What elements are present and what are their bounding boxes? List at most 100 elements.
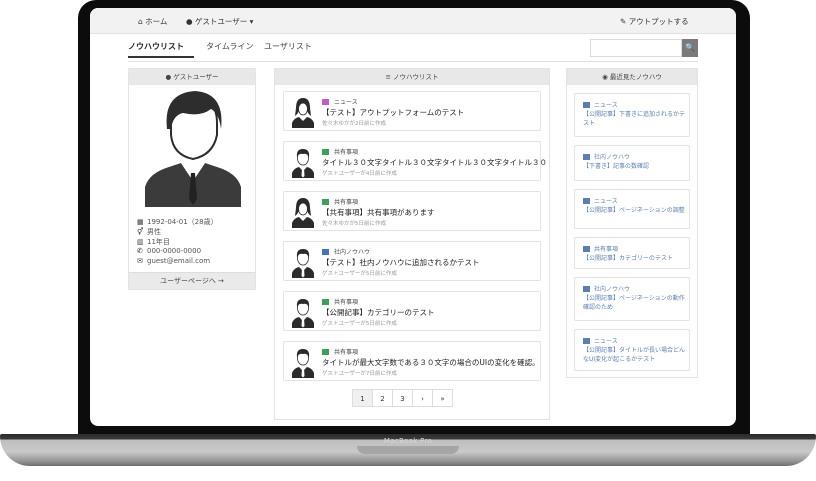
recent-title[interactable]: 【下書き】記事の数確認 [583, 162, 687, 171]
item-category: 社内ノウハウ [322, 247, 370, 256]
recent-item[interactable]: 社内ノウハウ 【下書き】記事の数確認 [574, 145, 690, 181]
phone-icon: ✆ [137, 247, 143, 255]
tab-user-list[interactable]: ユーザリスト [264, 41, 312, 52]
list-item[interactable]: 共有事項 タイトル３０文字タイトル３０文字タイトル３０文字タイトル３０ ゲストユーザ… [283, 141, 547, 181]
user-icon: ● [186, 17, 193, 26]
recent-category: ニュース [583, 336, 618, 345]
next-page-button[interactable]: › [412, 389, 433, 407]
active-tab-indicator [128, 56, 194, 58]
category-badge-icon [322, 149, 329, 155]
profile-header: ● ゲストユーザー [129, 69, 255, 85]
female-avatar-icon [292, 98, 314, 128]
category-badge-icon [583, 246, 590, 252]
item-title[interactable]: 【公開記事】カテゴリーのテスト [322, 307, 435, 318]
item-title[interactable]: 【テスト】アウトプットフォームのテスト [322, 107, 464, 118]
recent-title[interactable]: 【公開記事】下書きに追加されるかテスト [583, 110, 687, 128]
male-avatar-icon [292, 299, 314, 328]
item-title[interactable]: タイトルが最大文字数である３０文字の場合のUIの変化を確認。 [322, 357, 540, 368]
pen-icon: ✎ [620, 17, 627, 26]
category-badge-icon [322, 249, 329, 255]
page-1[interactable]: 1 [352, 389, 373, 407]
user-page-button[interactable]: ユーザーページへ → [129, 272, 255, 289]
item-category: 共有事項 [322, 147, 358, 156]
info-email: ✉ guest@email.com [137, 257, 211, 265]
recent-item[interactable]: ニュース 【公開記事】ページネーションの調整 [574, 189, 690, 229]
search-button[interactable]: 🔍 [682, 39, 698, 57]
recent-category: 社内ノウハウ [583, 284, 630, 293]
list-header: ≡ ノウハウリスト [275, 69, 549, 85]
item-meta: ゲストユーザーが5日前に作成 [322, 321, 397, 327]
recent-category: 共有事項 [583, 244, 618, 253]
info-tenure: ▥ 11年目 [137, 238, 170, 246]
list-icon: ≡ [385, 73, 391, 81]
category-badge-icon [583, 198, 590, 204]
list-item[interactable]: 共有事項 【公開記事】カテゴリーのテストゲストユーザーが5日前に作成 [283, 291, 541, 331]
calendar-icon: ▦ [137, 218, 144, 226]
output-link[interactable]: ✎ アウトプットする [620, 16, 689, 27]
recent-category: 社内ノウハウ [583, 152, 630, 161]
user-menu[interactable]: ● ゲストユーザー ▾ [186, 16, 253, 27]
search-icon: 🔍 [685, 43, 695, 52]
category-badge-icon [322, 299, 329, 305]
laptop-notch [357, 446, 459, 454]
page-3[interactable]: 3 [392, 389, 413, 407]
recent-item[interactable]: ニュース 【公開記事】下書きに追加されるかテスト [574, 93, 690, 137]
male-avatar-icon [292, 249, 314, 278]
category-badge-icon [583, 338, 590, 344]
home-link[interactable]: ⌂ ホーム [138, 16, 167, 27]
top-nav: ⌂ ホーム ● ゲストユーザー ▾ ✎ アウトプットする [90, 8, 736, 34]
item-meta: 佐々木ゆかが2日前に作成 [322, 121, 387, 127]
home-label: ホーム [145, 17, 168, 26]
knowhow-list-panel: ≡ ノウハウリスト ニュース 【テスト】アウトプットフォームのテスト佐々木ゆかが2… [274, 68, 550, 420]
user-icon: ● [165, 73, 172, 81]
category-badge-icon [583, 102, 590, 108]
info-phone: ✆ 000-0000-0000 [137, 247, 202, 255]
profile-panel: ● ゲストユーザー ▦ 1992-04-01（28歳） ⚥ 男性 ▥ 11年目 ✆ 00… [128, 68, 256, 290]
category-badge-icon [322, 99, 329, 105]
last-page-button[interactable]: » [432, 389, 453, 407]
item-category: ニュース [322, 97, 358, 106]
category-badge-icon [322, 349, 329, 355]
recent-title[interactable]: 【公開記事】ページネーションの動作確認のため [583, 294, 687, 312]
eye-icon: ◉ [602, 73, 608, 81]
recent-item[interactable]: 社内ノウハウ 【公開記事】ページネーションの動作確認のため [574, 277, 690, 321]
list-item[interactable]: 共有事項 【共有事項】共有事項があります佐々木ゆかが5日前に作成 [283, 191, 541, 231]
item-meta: ゲストユーザーが7日前に作成 [322, 371, 397, 377]
item-category: 共有事項 [322, 197, 358, 206]
category-badge-icon [583, 154, 590, 160]
item-category: 共有事項 [322, 297, 358, 306]
info-gender: ⚥ 男性 [137, 228, 161, 236]
profile-avatar [141, 89, 245, 207]
user-menu-label: ゲストユーザー ▾ [194, 17, 254, 26]
recent-title[interactable]: 【公開記事】ページネーションの調整 [583, 206, 687, 215]
search-input[interactable] [590, 39, 682, 57]
recent-item[interactable]: 共有事項 【公開記事】カテゴリーのテスト [574, 237, 690, 269]
item-title[interactable]: タイトル３０文字タイトル３０文字タイトル３０文字タイトル３０ [322, 157, 547, 168]
item-title[interactable]: 【共有事項】共有事項があります [322, 207, 435, 218]
recent-item[interactable]: ニュース 【公開記事】タイトルが長い場合どんなUI変化が起こるかテスト [574, 329, 690, 371]
item-meta: ゲストユーザーが4日前に作成 [322, 171, 397, 177]
list-item[interactable]: 社内ノウハウ 【テスト】社内ノウハウに追加されるかテストゲストユーザーが5日前に作… [283, 241, 541, 281]
tab-knowhow-list[interactable]: ノウハウリスト [128, 41, 184, 52]
recent-title[interactable]: 【公開記事】タイトルが長い場合どんなUI変化が起こるかテスト [583, 346, 687, 364]
mail-icon: ✉ [137, 257, 143, 265]
laptop-brand: MacBook Pro [383, 437, 433, 445]
list-item[interactable]: 共有事項 タイトルが最大文字数である３０文字の場合のUIの変化を確認。ゲストユーザ… [283, 341, 541, 381]
list-item[interactable]: ニュース 【テスト】アウトプットフォームのテスト佐々木ゆかが2日前に作成 [283, 91, 541, 131]
category-badge-icon [583, 286, 590, 292]
item-meta: ゲストユーザーが5日前に作成 [322, 271, 397, 277]
gender-icon: ⚥ [137, 228, 144, 236]
page-2[interactable]: 2 [372, 389, 393, 407]
recent-title[interactable]: 【公開記事】カテゴリーのテスト [583, 254, 687, 263]
item-title[interactable]: 【テスト】社内ノウハウに追加されるかテスト [322, 257, 480, 268]
recent-category: ニュース [583, 100, 618, 109]
item-meta: 佐々木ゆかが5日前に作成 [322, 221, 387, 227]
tab-timeline[interactable]: タイムライン [206, 41, 253, 52]
item-category: 共有事項 [322, 347, 358, 356]
recent-panel: ◉ 最近見たノウハウ ニュース 【公開記事】下書きに追加されるかテスト 社内ノウハウ… [566, 68, 698, 378]
building-icon: ▥ [137, 238, 144, 246]
tabs-divider [128, 61, 698, 62]
pagination: 1 2 3 › » [352, 389, 453, 407]
male-avatar-icon [292, 349, 314, 378]
recent-header: ◉ 最近見たノウハウ [567, 69, 697, 85]
